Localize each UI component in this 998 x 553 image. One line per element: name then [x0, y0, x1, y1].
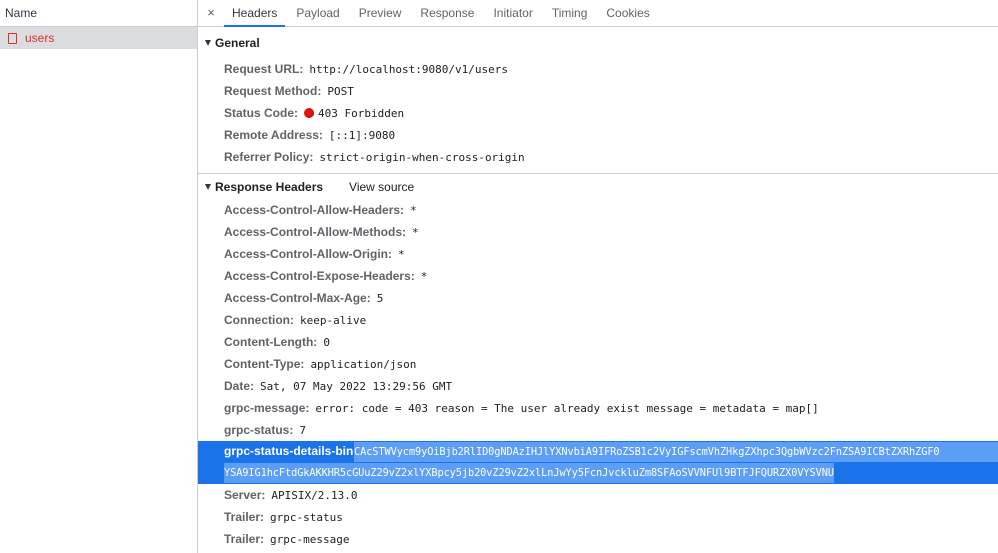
header-value: * — [420, 269, 428, 283]
tab-preview[interactable]: Preview — [351, 0, 410, 26]
request-name: users — [25, 31, 55, 45]
tab-response[interactable]: Response — [412, 0, 482, 26]
header-row: Referrer Policy: strict-origin-when-cros… — [198, 146, 998, 168]
details-panel: × Headers Payload Preview Response Initi… — [198, 0, 998, 553]
header-row: Content-Length: 0 — [198, 331, 998, 353]
header-row: Access-Control-Max-Age: 5 — [198, 287, 998, 309]
header-value: [::1]:9080 — [328, 128, 396, 142]
header-value: application/json — [310, 357, 417, 371]
header-key: Access-Control-Allow-Methods: — [224, 225, 407, 239]
header-key: Server: — [224, 488, 266, 502]
header-value: * — [412, 225, 419, 239]
header-row: Access-Control-Allow-Origin: * — [198, 243, 998, 265]
response-headers-section-header[interactable]: Response Headers View source — [198, 174, 998, 199]
header-key: Content-Length: — [224, 335, 318, 349]
header-key: Remote Address: — [224, 128, 323, 142]
header-key: Access-Control-Expose-Headers: — [224, 269, 415, 283]
header-key: Date: — [224, 379, 255, 393]
header-row: Access-Control-Expose-Headers: * — [198, 265, 998, 287]
header-value: grpc-status — [270, 510, 343, 524]
header-key: Trailer: — [224, 510, 265, 524]
header-row: Trailer: grpc-message — [198, 528, 998, 550]
header-key: Access-Control-Allow-Headers: — [224, 203, 405, 217]
request-row-users[interactable]: users — [0, 27, 197, 49]
header-row: Content-Type: application/json — [198, 353, 998, 375]
header-row: Access-Control-Allow-Headers: * — [198, 199, 998, 221]
header-key: Request Method: — [224, 84, 322, 98]
details-tabbar: × Headers Payload Preview Response Initi… — [198, 0, 998, 27]
header-value: 5 — [376, 291, 384, 305]
selected-header-row[interactable]: grpc-status-details-bin: CAcSTWVycm9yOiB… — [198, 441, 998, 484]
header-value: * — [410, 203, 417, 217]
tab-initiator[interactable]: Initiator — [485, 0, 540, 26]
header-value: http://localhost:9080/v1/users — [309, 62, 509, 76]
header-key: Request URL: — [224, 62, 304, 76]
requests-panel: Name users — [0, 0, 198, 553]
header-key: Referrer Policy: — [224, 150, 314, 164]
header-value: strict-origin-when-cross-origin — [319, 150, 525, 164]
tab-timing[interactable]: Timing — [544, 0, 596, 26]
header-value: keep-alive — [300, 313, 367, 327]
status-dot-icon — [304, 108, 315, 118]
header-value: POST — [327, 84, 354, 98]
header-row: grpc-status: 7 — [198, 419, 998, 441]
header-value: 0 — [323, 335, 330, 349]
tab-headers[interactable]: Headers — [224, 0, 286, 27]
header-key: grpc-status: — [224, 423, 294, 437]
header-key: Access-Control-Max-Age: — [224, 291, 371, 305]
header-key: Access-Control-Allow-Origin: — [224, 247, 393, 261]
header-key: grpc-message: — [224, 401, 310, 415]
header-row: Trailer: grpc-status — [198, 506, 998, 528]
header-row: Connection: keep-alive — [198, 309, 998, 331]
selected-header-value-line-2[interactable]: YSA9IG1hcFtdGkAKKHR5cGUuZ29vZ2xlYXBpcy5j… — [224, 463, 834, 483]
header-row: Remote Address: [::1]:9080 — [198, 124, 998, 146]
header-value: 7 — [299, 423, 306, 437]
header-value: error: code = 403 reason = The user alre… — [315, 401, 819, 415]
header-row: Date: Sat, 07 May 2022 13:29:56 GMT — [198, 375, 998, 397]
selected-header-value-line-1[interactable]: CAcSTWVycm9yOiBjb2RlID0gNDAzIHJlYXNvbiA9… — [354, 442, 998, 462]
tab-payload[interactable]: Payload — [288, 0, 347, 26]
close-icon[interactable]: × — [198, 0, 224, 26]
triangle-down-icon — [205, 40, 211, 46]
header-key: Status Code: — [224, 106, 299, 120]
header-row: Server: APISIX/2.13.0 — [198, 484, 998, 506]
header-value: grpc-message — [270, 532, 350, 546]
header-value: * — [398, 247, 405, 261]
header-row: Request URL: http://localhost:9080/v1/us… — [198, 58, 998, 80]
tab-cookies[interactable]: Cookies — [598, 0, 657, 26]
response-headers-title: Response Headers — [215, 179, 324, 194]
header-row: Status Code: 403 Forbidden — [198, 102, 998, 124]
view-source-link[interactable]: View source — [349, 180, 414, 194]
header-value: APISIX/2.13.0 — [271, 488, 358, 502]
general-section-header[interactable]: General — [198, 28, 998, 58]
header-key: grpc-status-details-bin: — [224, 444, 358, 458]
header-value: 403 Forbidden — [318, 106, 405, 120]
header-row: Request Method: POST — [198, 80, 998, 102]
header-key: Trailer: — [224, 532, 265, 546]
header-key: Connection: — [224, 313, 294, 327]
header-row: Access-Control-Allow-Methods: * — [198, 221, 998, 243]
header-key: Content-Type: — [224, 357, 305, 371]
general-title: General — [215, 36, 260, 50]
triangle-down-icon — [205, 183, 211, 190]
header-value: Sat, 07 May 2022 13:29:56 GMT — [260, 379, 453, 393]
header-row: grpc-message: error: code = 403 reason =… — [198, 397, 998, 419]
name-column-header[interactable]: Name — [0, 0, 197, 27]
document-icon — [8, 32, 17, 44]
